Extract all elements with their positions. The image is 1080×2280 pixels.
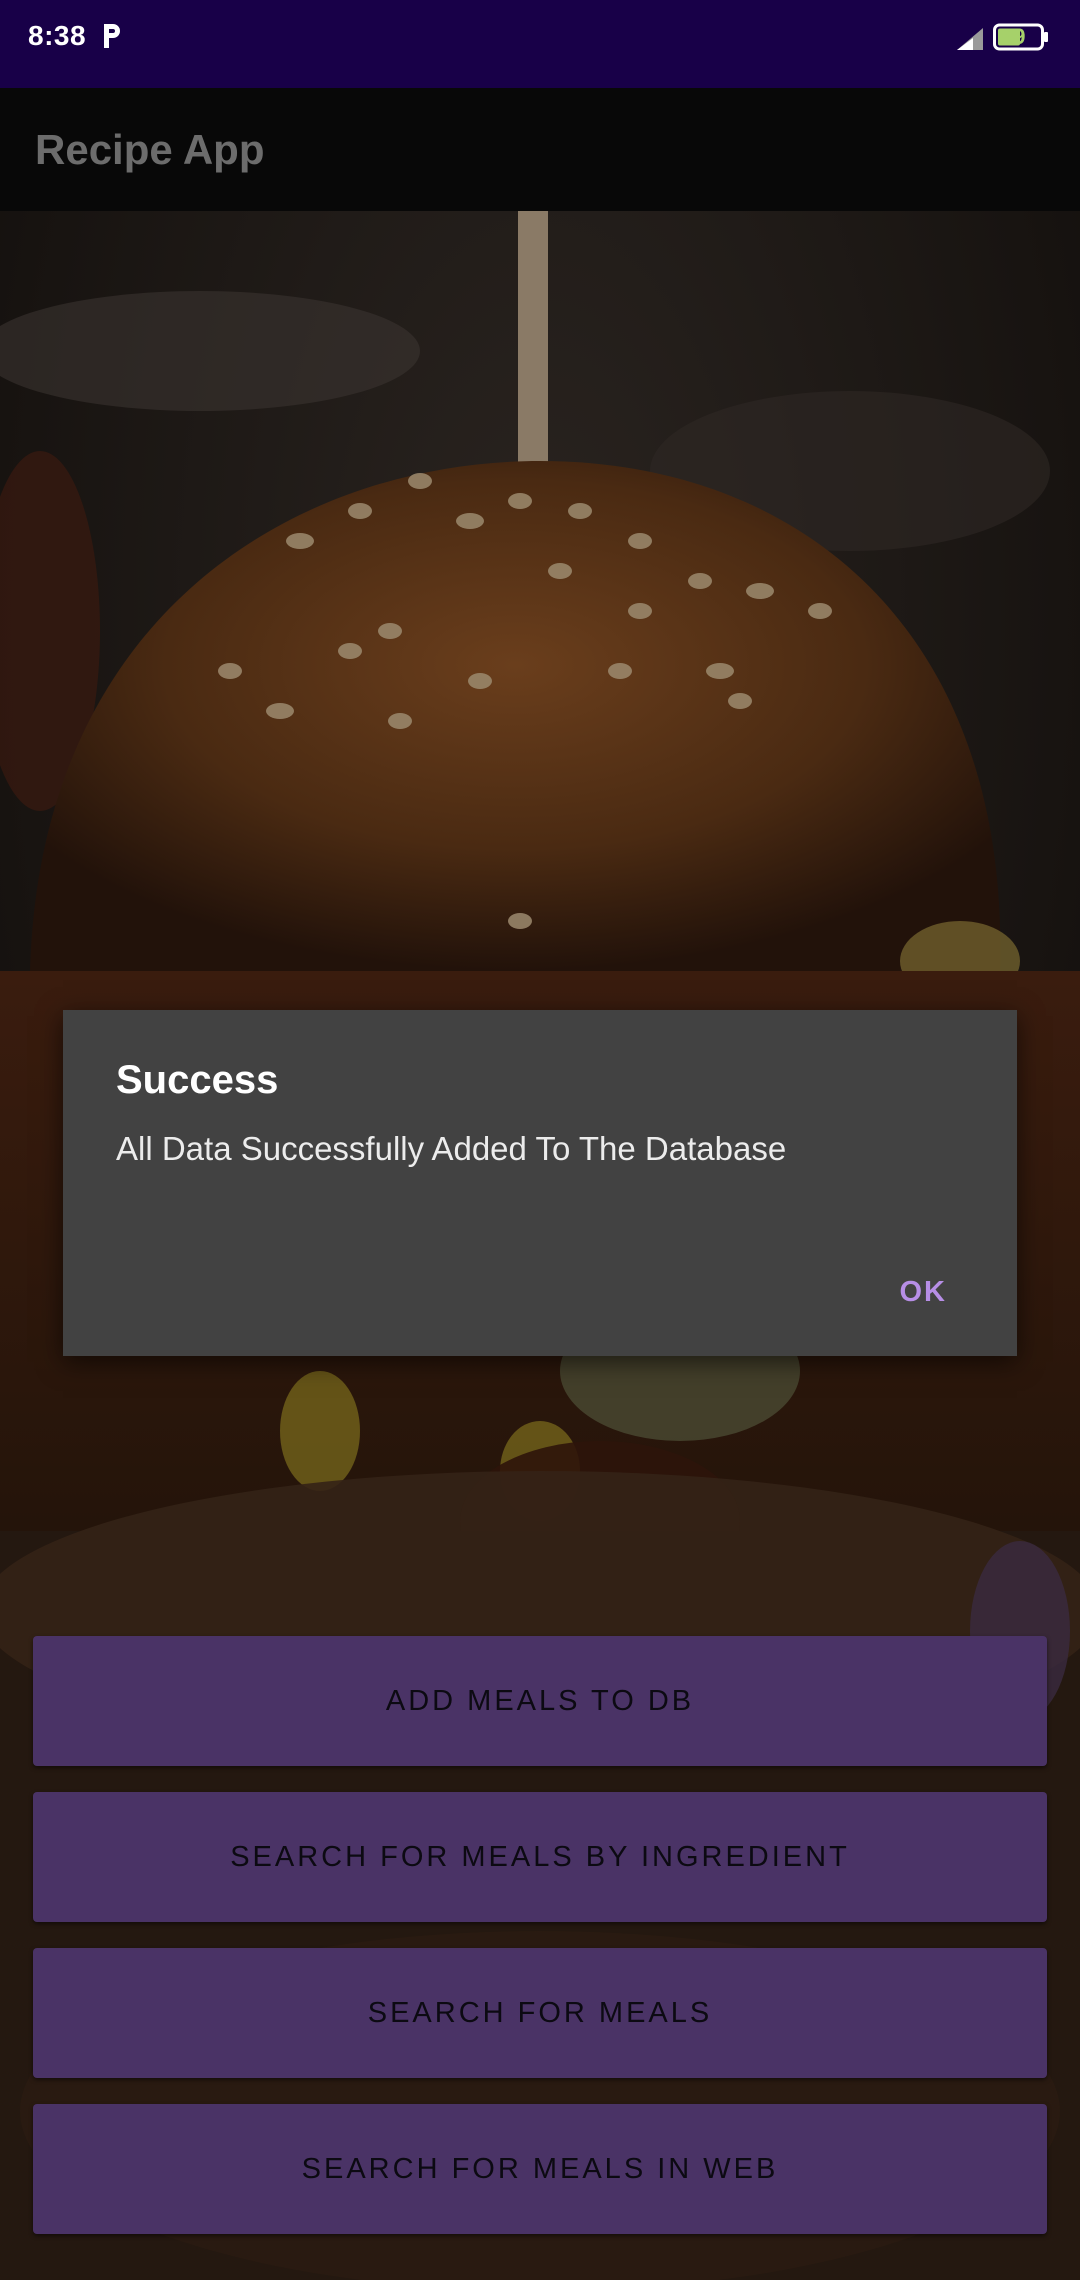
signal-icon [957, 28, 983, 50]
battery-level: 69 [1001, 24, 1026, 49]
app-toolbar: Recipe App [0, 88, 1080, 211]
status-time: 8:38 [28, 20, 87, 51]
success-dialog: Success All Data Successfully Added To T… [63, 1010, 1017, 1356]
add-meals-to-db-button[interactable]: ADD MEALS TO DB [33, 1636, 1047, 1766]
p-icon [104, 24, 120, 48]
search-meals-in-web-button[interactable]: SEARCH FOR MEALS IN WEB [33, 2104, 1047, 2234]
search-meals-by-ingredient-button[interactable]: SEARCH FOR MEALS BY INGREDIENT [33, 1792, 1047, 1922]
search-meals-button[interactable]: SEARCH FOR MEALS [33, 1948, 1047, 2078]
status-bar: 8:38 69 [0, 0, 1080, 88]
app-title: Recipe App [35, 126, 265, 173]
dialog-title: Success [116, 1058, 279, 1102]
dialog-ok-button[interactable]: OK [900, 1276, 948, 1309]
dialog-message: All Data Successfully Added To The Datab… [116, 1130, 787, 1167]
